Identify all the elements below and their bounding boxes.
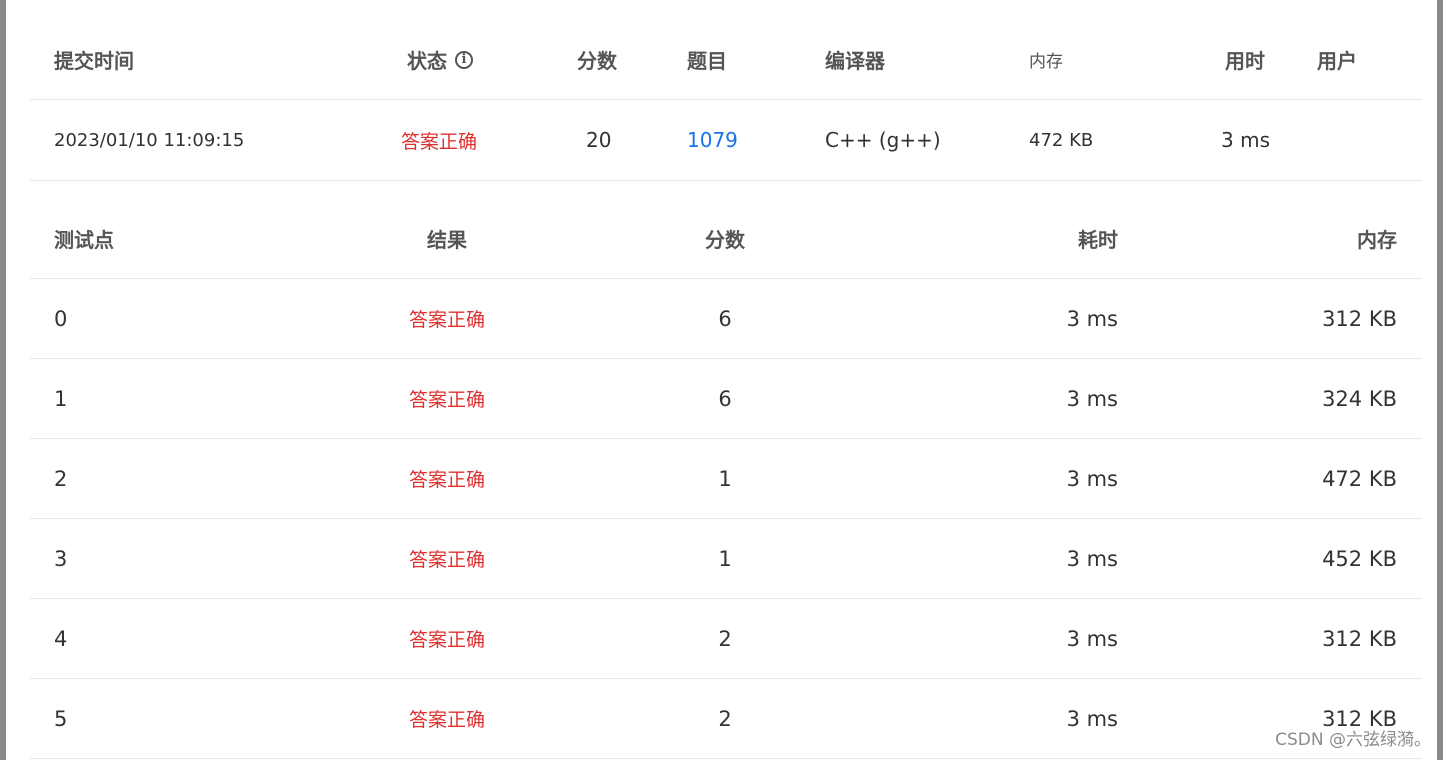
submission-status: 答案正确 [401,130,478,153]
testcase-memory: 324 KB [1322,386,1397,411]
submission-row: 2023/01/10 11:09:15 答案正确 20 1079 C++ (g+… [30,100,1422,181]
testcase-id: 0 [54,306,68,331]
header-duration: 用时 [1225,49,1265,73]
csdn-watermark: CSDN @六弦绿漪。 [1275,730,1431,750]
left-scroll-edge [0,0,6,760]
table-row: 4 答案正确 2 3 ms 312 KB [30,599,1422,679]
testcase-score: 1 [718,546,732,571]
testcase-time: 3 ms [1066,306,1118,331]
testcase-time: 3 ms [1066,626,1118,651]
submit-time: 2023/01/10 11:09:15 [54,129,245,151]
testcase-score: 6 [718,306,732,331]
header-tc-score: 分数 [705,227,745,252]
testcase-result: 答案正确 [408,709,485,731]
testcase-result: 答案正确 [408,549,485,571]
table-row: 5 答案正确 2 3 ms 312 KB [30,679,1422,759]
testcase-result: 答案正确 [408,469,485,491]
table-row: 2 答案正确 1 3 ms 472 KB [30,439,1422,519]
info-icon[interactable]: i [455,50,473,69]
header-compiler: 编译器 [825,49,885,73]
header-tc-time: 耗时 [1078,227,1118,252]
testcase-table-body: 0 答案正确 6 3 ms 312 KB 1 答案正确 6 3 ms 324 K… [30,279,1422,759]
header-problem: 题目 [687,49,727,73]
header-tc-memory: 内存 [1357,227,1397,252]
header-memory: 内存 [1029,52,1063,72]
testcase-result: 答案正确 [408,389,485,411]
testcase-result: 答案正确 [408,629,485,651]
compiler-value: C++ (g++) [825,128,941,152]
testcase-score: 1 [718,466,732,491]
testcase-result: 答案正确 [408,309,485,331]
testcase-time: 3 ms [1066,706,1118,731]
header-score: 分数 [577,49,617,73]
testcase-id: 3 [54,546,68,571]
testcase-memory: 312 KB [1322,306,1397,331]
testcase-memory: 312 KB [1322,626,1397,651]
testcase-memory: 472 KB [1322,466,1397,491]
testcase-score: 6 [718,386,732,411]
table-row: 0 答案正确 6 3 ms 312 KB [30,279,1422,359]
testcase-time: 3 ms [1066,546,1118,571]
header-user: 用户 [1317,49,1357,73]
testcase-id: 1 [54,386,68,411]
header-status: 状态 i [407,20,473,99]
submission-table-header: 提交时间 状态 i 分数 题目 编译器 内存 用时 用户 [30,20,1422,100]
problem-link[interactable]: 1079 [687,100,738,180]
testcase-id: 4 [54,626,68,651]
right-scroll-edge [1437,0,1443,760]
testcase-id: 2 [54,466,68,491]
duration-value: 3 ms [1221,128,1270,152]
submission-score: 20 [586,128,612,152]
testcase-time: 3 ms [1066,386,1118,411]
table-row: 3 答案正确 1 3 ms 452 KB [30,519,1422,599]
testcase-table-header: 测试点 结果 分数 耗时 内存 [30,181,1422,279]
submission-panel: 提交时间 状态 i 分数 题目 编译器 内存 用时 用户 2023/01/10 … [30,20,1422,759]
memory-value: 472 KB [1029,129,1094,151]
header-result: 结果 [427,227,467,252]
header-submit-time: 提交时间 [54,49,134,73]
testcase-score: 2 [718,706,732,731]
table-row: 1 答案正确 6 3 ms 324 KB [30,359,1422,439]
testcase-score: 2 [718,626,732,651]
testcase-time: 3 ms [1066,466,1118,491]
header-status-label: 状态 [407,49,447,73]
header-testcase: 测试点 [54,227,114,252]
testcase-memory: 452 KB [1322,546,1397,571]
testcase-id: 5 [54,706,68,731]
